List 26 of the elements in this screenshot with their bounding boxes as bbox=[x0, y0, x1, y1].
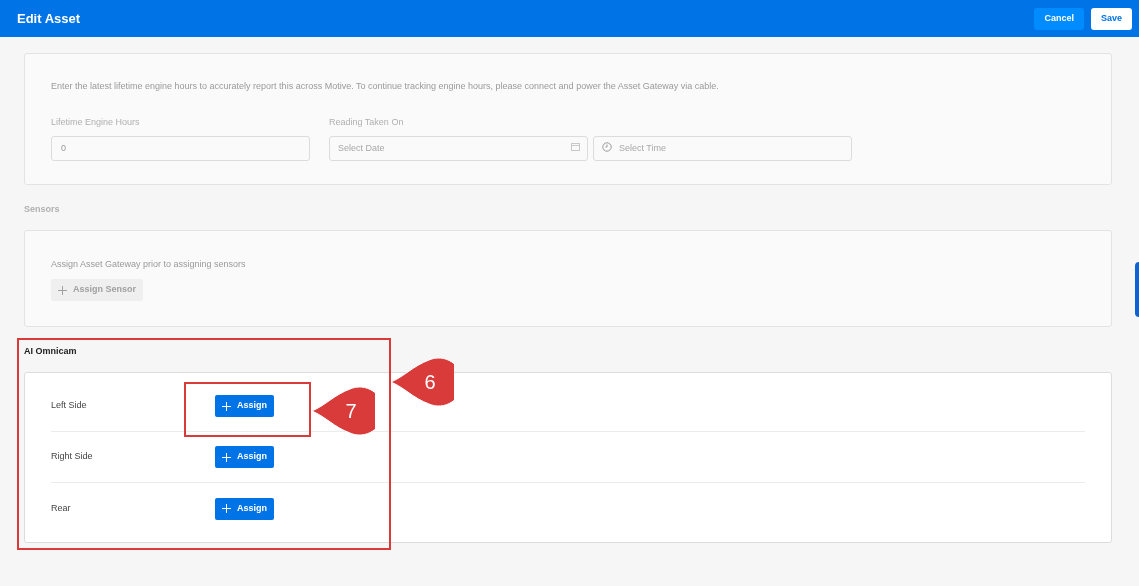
callout-marker: 6 bbox=[391, 358, 454, 406]
clock-icon bbox=[602, 141, 612, 152]
calendar-icon bbox=[571, 142, 580, 151]
engine-hours-note: Enter the latest lifetime engine hours to accurately report this across Motive. To continue tracking engine hours, please connect and power the Asset Gateway via cable. bbox=[51, 80, 720, 93]
section-title: Sensors bbox=[24, 203, 61, 216]
camera-position-label: Left Side bbox=[51, 399, 88, 413]
plus-icon bbox=[222, 401, 231, 411]
callout-marker: 7 bbox=[312, 387, 375, 435]
section-title: AI Omnicam bbox=[24, 344, 78, 358]
assign-button[interactable]: Assign bbox=[215, 395, 274, 417]
assign-button[interactable]: Assign bbox=[215, 497, 274, 520]
time-field[interactable]: Select Time bbox=[593, 135, 852, 161]
engine-hours-input[interactable]: 0 bbox=[51, 135, 310, 161]
page-title: Edit Asset bbox=[17, 9, 81, 28]
plus-icon bbox=[222, 452, 231, 462]
plus-icon bbox=[58, 285, 67, 295]
field-label: Lifetime Engine Hours bbox=[51, 115, 141, 129]
camera-position-label: Right Side bbox=[51, 450, 94, 464]
date-field[interactable]: Select Date bbox=[329, 135, 588, 161]
save-button[interactable]: Save bbox=[1090, 7, 1132, 30]
camera-position-label: Rear bbox=[51, 501, 72, 515]
plus-icon bbox=[222, 504, 231, 513]
assign-button[interactable]: Assign bbox=[215, 446, 274, 468]
sensors-note: Assign Asset Gateway prior to assigning sensors bbox=[51, 257, 247, 271]
field-label: Reading Taken On bbox=[329, 115, 405, 129]
cancel-button[interactable]: Cancel bbox=[1034, 7, 1084, 30]
